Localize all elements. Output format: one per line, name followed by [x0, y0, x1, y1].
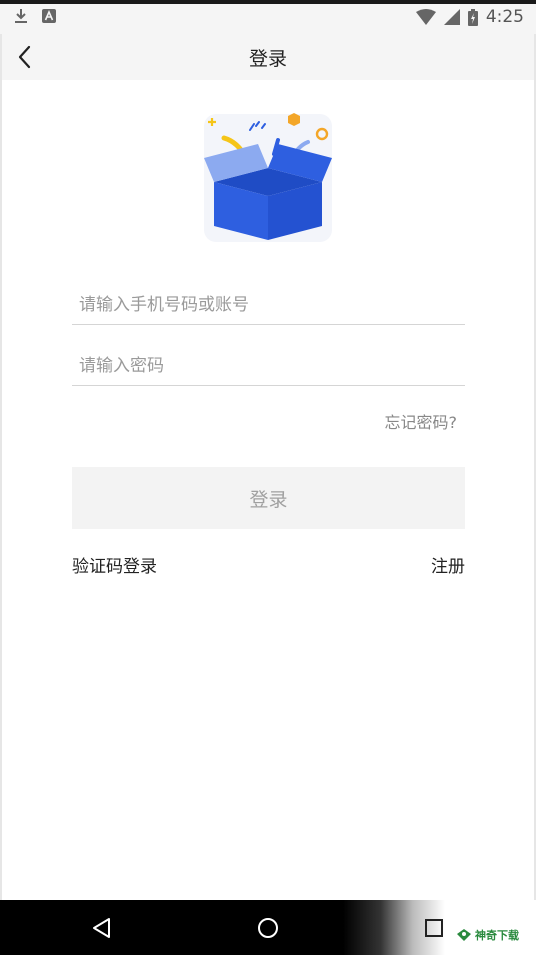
password-input[interactable]: [72, 346, 465, 386]
page-title: 登录: [248, 48, 287, 70]
watermark: 神奇下载: [456, 927, 519, 943]
nav-recents-button[interactable]: [420, 914, 448, 942]
status-bar-right: 4:25: [415, 7, 524, 27]
watermark-logo-icon: [457, 929, 471, 941]
signal-icon: [443, 9, 460, 25]
title-bar: 登录: [0, 34, 536, 80]
recents-square-icon: [425, 919, 443, 937]
status-bar: 4:25: [0, 0, 536, 34]
status-bar-top-edge: [0, 0, 536, 4]
forgot-password-link[interactable]: 忘记密码?: [385, 409, 458, 433]
home-circle-icon: [258, 918, 278, 938]
register-link[interactable]: 注册: [431, 552, 465, 577]
account-input[interactable]: [72, 285, 465, 325]
battery-icon: [467, 8, 478, 26]
nav-home-button[interactable]: [254, 914, 282, 942]
status-bar-left: [14, 8, 56, 24]
status-time: 4:25: [485, 7, 524, 27]
sms-login-link[interactable]: 验证码登录: [72, 552, 157, 577]
frame-border-left: [0, 34, 2, 900]
gift-box-illustration: [204, 113, 332, 242]
back-triangle-icon: [93, 918, 110, 938]
a-badge-icon: [42, 9, 56, 23]
wifi-icon: [415, 9, 436, 25]
login-button[interactable]: 登录: [72, 467, 465, 529]
watermark-text: 神奇下载: [475, 929, 519, 942]
download-icon: [15, 9, 27, 23]
nav-back-button[interactable]: [88, 914, 116, 942]
